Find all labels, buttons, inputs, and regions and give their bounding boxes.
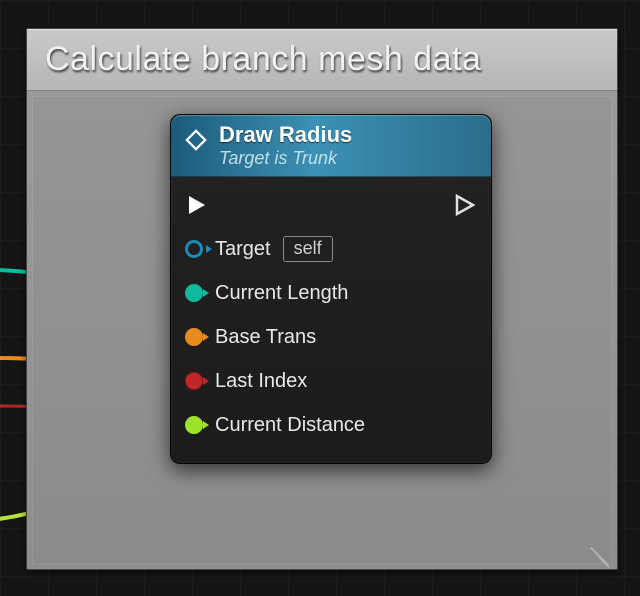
- int-pin-icon[interactable]: [185, 372, 203, 390]
- node-header[interactable]: Draw Radius Target is Trunk: [171, 115, 491, 177]
- function-node-draw-radius[interactable]: Draw Radius Target is Trunk Target self: [170, 114, 492, 464]
- node-title: Draw Radius: [219, 123, 352, 147]
- pin-current-length[interactable]: Current Length: [185, 271, 477, 315]
- pin-base-trans[interactable]: Base Trans: [185, 315, 477, 359]
- pin-target[interactable]: Target self: [185, 227, 477, 271]
- node-subtitle: Target is Trunk: [219, 149, 352, 169]
- pin-label: Current Distance: [215, 414, 365, 437]
- blueprint-canvas[interactable]: Calculate branch mesh data Draw Radius T…: [0, 0, 640, 596]
- pin-current-distance[interactable]: Current Distance: [185, 403, 477, 447]
- resize-grip-icon[interactable]: [591, 543, 613, 565]
- transform-pin-icon[interactable]: [185, 328, 203, 346]
- object-pin-icon[interactable]: [185, 240, 203, 258]
- node-body: Target self Current Length Base Trans La…: [171, 177, 491, 463]
- float-pin-icon[interactable]: [185, 284, 203, 302]
- exec-in-pin[interactable]: [185, 193, 209, 222]
- pin-default-value[interactable]: self: [283, 236, 333, 262]
- exec-row: [185, 187, 477, 227]
- comment-title[interactable]: Calculate branch mesh data: [27, 29, 617, 91]
- exec-out-pin[interactable]: [453, 193, 477, 222]
- pin-label: Last Index: [215, 370, 307, 393]
- pin-label: Current Length: [215, 282, 348, 305]
- float-pin-icon[interactable]: [185, 416, 203, 434]
- pin-last-index[interactable]: Last Index: [185, 359, 477, 403]
- function-icon: [185, 129, 207, 156]
- comment-title-text: Calculate branch mesh data: [45, 40, 481, 79]
- pin-label: Target: [215, 238, 271, 261]
- node-titles: Draw Radius Target is Trunk: [219, 123, 352, 169]
- pin-label: Base Trans: [215, 326, 316, 349]
